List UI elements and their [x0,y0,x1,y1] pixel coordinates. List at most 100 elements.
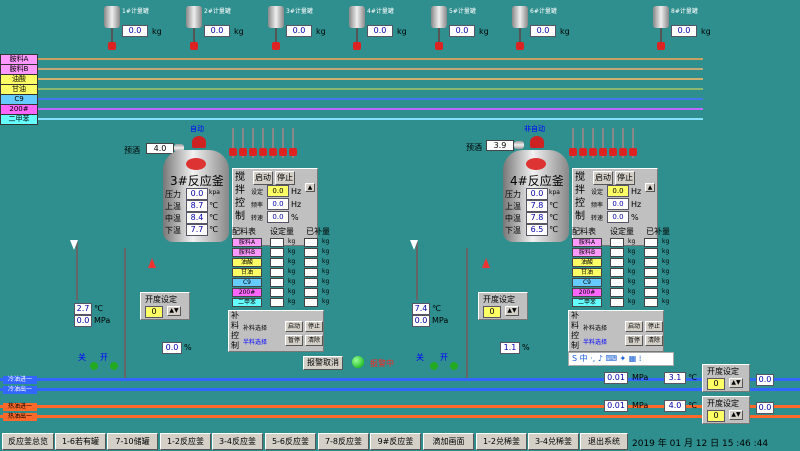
stir-speed: 0.0 [267,211,289,223]
valve-icon[interactable] [289,148,297,156]
kg-unit: kg [322,298,330,305]
recipe-set-input[interactable] [270,238,284,247]
nav-button[interactable]: 3-4反应釜 [212,433,263,450]
cooling-opening-panel: 开度设定 0 ▲▼ [702,364,750,392]
nav-button[interactable]: 退出系统 [580,433,628,450]
valve-icon[interactable] [353,42,361,50]
recipe-set-input[interactable] [610,238,624,247]
pct-unit: % [291,213,299,222]
kg-unit: kg [662,258,670,265]
nav-button[interactable]: 1-2反应釜 [160,433,211,450]
valve-icon[interactable] [657,42,665,50]
valve-icon[interactable] [569,148,577,156]
valve-icon[interactable] [579,148,587,156]
meter-name: 1#计量罐 [122,8,149,15]
semi-select[interactable]: 半料选择 [243,337,267,346]
speed-label: 转速 [251,215,264,222]
stir-up-button[interactable]: ▲ [305,183,315,192]
opening-adjust-button[interactable]: ▲▼ [505,306,519,316]
kg-unit: kg [322,278,330,285]
alarm-cancel-button[interactable]: 报警取消 [303,356,343,370]
opening-adjust-button[interactable]: ▲▼ [729,410,743,420]
recipe-set-input[interactable] [270,268,284,277]
recipe-added-value [644,248,658,257]
recipe-set-input[interactable] [610,288,624,297]
arrow-down-icon [410,240,418,250]
supp-pause-button[interactable]: 暂停 [285,335,303,346]
semi-select[interactable]: 半料选择 [583,337,607,346]
valve-icon[interactable] [269,148,277,156]
recipe-added-value [304,278,318,287]
ime-toolbar[interactable]: S 中 ·, ♪ ⌨ ✦ ▦ ⁞ [568,352,674,366]
recipe-set-input[interactable] [610,278,624,287]
valve-icon[interactable] [609,148,617,156]
valve-icon[interactable] [110,362,118,370]
stir-start-button[interactable]: 启动 [253,171,273,185]
recipe-set-input[interactable] [610,248,624,257]
reactor-4-pressure: 0.0 [526,188,548,200]
stir-stop-button[interactable]: 停止 [615,171,635,185]
valve-icon[interactable] [272,42,280,50]
nav-button[interactable]: 7-10储罐 [107,433,158,450]
stir-start-button[interactable]: 启动 [593,171,613,185]
stir-set-input[interactable]: 0.0 [607,185,629,197]
supp-pause-button[interactable]: 暂停 [625,335,643,346]
stir-set-input[interactable]: 0.0 [267,185,289,197]
nav-button[interactable]: 反应釜总览 [2,433,54,450]
recipe-set-input[interactable] [270,288,284,297]
supp-clear-button[interactable]: 清除 [305,335,323,346]
valve-icon[interactable] [229,148,237,156]
stir-up-button[interactable]: ▲ [645,183,655,192]
valve-icon[interactable] [435,42,443,50]
opening-input[interactable]: 0 [707,378,725,390]
opening-input[interactable]: 0 [145,306,163,318]
recipe-set-input[interactable] [610,298,624,307]
reactor-4-top-valve [526,158,546,170]
valve-icon[interactable] [279,148,287,156]
recipe-set-input[interactable] [270,298,284,307]
nav-button[interactable]: 7-8反应釜 [318,433,369,450]
opening-input[interactable]: 0 [707,410,725,422]
valve-icon[interactable] [629,148,637,156]
reactor-4-supplement-panel: 补料控制 补料选择 启动 停止 半料选择 暂停 清除 [568,310,664,352]
valve-icon[interactable] [249,148,257,156]
nav-button[interactable]: 9#反应釜 [370,433,421,450]
valve-icon[interactable] [599,148,607,156]
nav-button[interactable]: 5-6反应釜 [265,433,316,450]
supp-select[interactable]: 补料选择 [243,323,267,332]
recipe-material: 胺料A [232,238,262,247]
recipe-set-input[interactable] [270,258,284,267]
valve-icon[interactable] [450,362,458,370]
nav-button[interactable]: 3-4兑稀釜 [528,433,579,450]
nav-button[interactable]: 滴加画面 [423,433,474,450]
supp-stop-button[interactable]: 停止 [645,321,663,332]
supp-start-button[interactable]: 启动 [285,321,303,332]
recipe-set-input[interactable] [610,258,624,267]
valve-icon[interactable] [430,362,438,370]
valve-icon[interactable] [239,148,247,156]
valve-icon[interactable] [259,148,267,156]
material-header-line [38,88,703,90]
nav-button[interactable]: 1-2兑稀釜 [476,433,527,450]
reactor-4-bottom-temp: 6.5 [526,224,548,236]
nav-button[interactable]: 1-6若有罐 [55,433,106,450]
recipe-set-input[interactable] [270,248,284,257]
valve-icon[interactable] [190,42,198,50]
opening-adjust-button[interactable]: ▲▼ [167,306,181,316]
recipe-set-input[interactable] [270,278,284,287]
supp-select[interactable]: 补料选择 [583,323,607,332]
opening-input[interactable]: 0 [483,306,501,318]
valve-icon[interactable] [90,362,98,370]
meter-name: 2#计量罐 [204,8,231,15]
supp-start-button[interactable]: 启动 [625,321,643,332]
valve-icon[interactable] [516,42,524,50]
valve-icon[interactable] [589,148,597,156]
material-header-line [38,98,703,100]
opening-adjust-button[interactable]: ▲▼ [729,378,743,388]
supp-clear-button[interactable]: 清除 [645,335,663,346]
valve-icon[interactable] [108,42,116,50]
recipe-set-input[interactable] [610,268,624,277]
stir-stop-button[interactable]: 停止 [275,171,295,185]
supp-stop-button[interactable]: 停止 [305,321,323,332]
valve-icon[interactable] [619,148,627,156]
